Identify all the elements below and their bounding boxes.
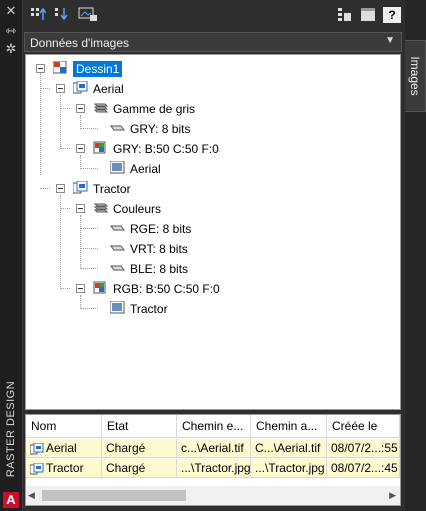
palette-title: RASTER DESIGN xyxy=(5,380,17,478)
tree-node-band[interactable]: RGE: 8 bits xyxy=(110,219,191,237)
band-icon xyxy=(110,121,125,134)
image-details-table: Nom Etat Chemin e... Chemin a... Créée l… xyxy=(25,414,401,506)
tree-node-band-group[interactable]: Couleurs xyxy=(93,199,161,217)
left-strip: ✕ ⇿ ✲ RASTER DESIGN A xyxy=(0,0,23,511)
details-view-icon[interactable] xyxy=(335,7,353,23)
column-header-created[interactable]: Créée le xyxy=(327,415,400,438)
band-icon xyxy=(110,261,125,274)
sort-down-icon[interactable] xyxy=(53,7,71,23)
view-selector-dropdown[interactable]: Données d'images ▼ xyxy=(24,32,402,52)
scrollbar-thumb[interactable] xyxy=(42,490,186,501)
correction-icon xyxy=(93,281,108,294)
scroll-left-icon[interactable]: ◀ xyxy=(28,490,35,501)
cell-saved-path: C...\Aerial.tif xyxy=(251,439,327,458)
tree-node-image-view[interactable]: Aerial xyxy=(109,159,161,177)
expander-gamme-de-gris[interactable] xyxy=(76,104,85,113)
column-header-state[interactable]: Etat xyxy=(102,415,177,438)
expander-rgb-correction[interactable] xyxy=(76,284,85,293)
column-header-name[interactable]: Nom xyxy=(26,415,102,438)
image-file-icon xyxy=(29,442,44,455)
table-row[interactable]: Aerial Chargé c...\Aerial.tif C...\Aeria… xyxy=(26,439,400,458)
tree-node-correction[interactable]: GRY: B:50 C:50 F:0 xyxy=(93,139,219,157)
view-selector-value: Données d'images xyxy=(30,36,130,50)
table-row[interactable]: Tractor Chargé ...\Tractor.jpg ...\Tract… xyxy=(26,459,400,478)
chevron-down-icon: ▼ xyxy=(385,35,395,46)
picture-icon xyxy=(109,160,125,174)
tree-node-image-view[interactable]: Tractor xyxy=(109,299,168,317)
tab-images[interactable]: Images xyxy=(405,40,426,112)
band-icon xyxy=(110,221,125,234)
image-file-icon xyxy=(72,180,88,194)
expander-dessin1[interactable] xyxy=(36,64,45,73)
settings-icon[interactable]: ✲ xyxy=(4,42,18,56)
image-file-icon xyxy=(29,462,44,475)
cell-found-path: ...\Tractor.jpg xyxy=(177,459,251,478)
cell-saved-path: ...\Tractor.jpg xyxy=(251,459,327,478)
image-tree: Dessin1 Aerial Gamme de gris GRY: 8 bits… xyxy=(25,54,401,410)
tree-node-band-group[interactable]: Gamme de gris xyxy=(93,99,195,117)
expander-aerial[interactable] xyxy=(56,84,65,93)
cell-found-path: c...\Aerial.tif xyxy=(177,439,251,458)
tree-node-image[interactable]: Tractor xyxy=(72,179,131,197)
drawing-icon xyxy=(52,60,68,74)
image-file-icon xyxy=(72,80,88,94)
close-icon[interactable]: ✕ xyxy=(4,4,18,18)
band-stack-icon xyxy=(93,201,109,214)
scroll-right-icon[interactable]: ▶ xyxy=(389,490,396,501)
expander-tractor[interactable] xyxy=(56,184,65,193)
preview-icon[interactable] xyxy=(359,7,377,23)
column-header-saved-path[interactable]: Chemin a... xyxy=(251,415,327,438)
tree-node-image[interactable]: Aerial xyxy=(72,79,124,97)
tree-node-band[interactable]: GRY: 8 bits xyxy=(110,119,190,137)
tree-node-band[interactable]: BLE: 8 bits xyxy=(110,259,188,277)
auto-hide-icon[interactable]: ⇿ xyxy=(4,24,18,38)
cell-created: 08/07/2...:45 xyxy=(327,459,400,478)
tree-node-drawing[interactable]: Dessin1 xyxy=(52,59,123,77)
picture-icon xyxy=(109,300,125,314)
cell-state: Chargé xyxy=(102,459,177,478)
toolbar: ? xyxy=(23,0,405,30)
cell-created: 08/07/2...:55 xyxy=(327,439,400,458)
band-icon xyxy=(110,241,125,254)
band-stack-icon xyxy=(93,101,109,114)
cell-state: Chargé xyxy=(102,439,177,458)
help-icon[interactable]: ? xyxy=(383,7,401,23)
expander-gry-correction[interactable] xyxy=(76,144,85,153)
image-insert-icon[interactable] xyxy=(77,7,99,23)
autocad-logo: A xyxy=(3,492,19,508)
horizontal-scrollbar[interactable]: ◀ ▶ xyxy=(26,486,400,505)
column-header-found-path[interactable]: Chemin e... xyxy=(177,415,251,438)
tree-node-correction[interactable]: RGB: B:50 C:50 F:0 xyxy=(93,279,220,297)
expander-couleurs[interactable] xyxy=(76,204,85,213)
cell-name: Aerial xyxy=(26,439,102,458)
sort-up-icon[interactable] xyxy=(29,7,47,23)
cell-name: Tractor xyxy=(26,459,102,478)
tree-node-band[interactable]: VRT: 8 bits xyxy=(110,239,188,257)
correction-icon xyxy=(93,141,108,154)
